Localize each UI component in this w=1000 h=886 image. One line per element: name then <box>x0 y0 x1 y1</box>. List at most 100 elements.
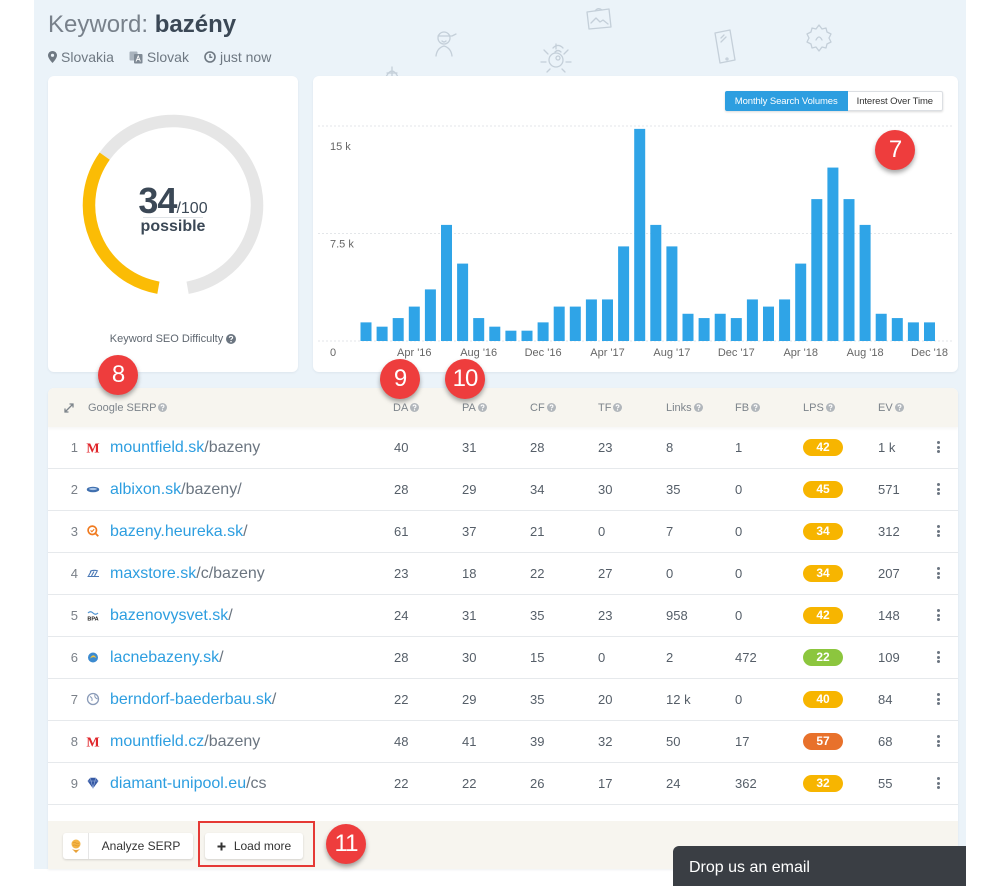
analyze-serp-button[interactable]: Analyze SERP <box>63 833 193 859</box>
chart-bar-jul-17[interactable] <box>650 224 662 341</box>
result-url-link[interactable]: lacnebazeny.sk/ <box>110 637 224 678</box>
difficulty-score-max: /100 <box>176 200 208 217</box>
chart-bar-mar-17[interactable] <box>585 299 597 341</box>
help-icon[interactable] <box>894 403 904 412</box>
chart-bar-nov-16[interactable] <box>521 330 533 341</box>
help-icon[interactable] <box>477 403 487 412</box>
chart-bar-may-17[interactable] <box>618 246 630 341</box>
svg-text:M: M <box>86 736 99 749</box>
result-url-link[interactable]: diamant-unipool.eu/cs <box>110 763 267 804</box>
tab-monthly-search-volumes[interactable]: Monthly Search Volumes <box>724 91 848 111</box>
chart-bar-oct-16[interactable] <box>505 330 517 341</box>
chat-widget[interactable]: Drop us an email <box>673 846 966 886</box>
keyword-label: Keyword: <box>48 11 155 38</box>
chart-bar-apr-17[interactable] <box>602 299 613 341</box>
cell-fb: 0 <box>735 608 743 623</box>
chart-bar-aug-18[interactable] <box>859 224 871 341</box>
chart-bar-apr-18[interactable] <box>795 263 807 341</box>
row-menu-button[interactable] <box>934 734 942 750</box>
cell-da: 28 <box>394 482 409 497</box>
chart-bar-dec-16[interactable] <box>537 322 549 341</box>
x-axis-label: Dec '16 <box>525 347 562 359</box>
help-icon[interactable] <box>158 403 168 412</box>
chart-bar-dec-18[interactable] <box>924 322 935 341</box>
more-vertical-icon <box>936 609 940 612</box>
chart-bar-may-18[interactable] <box>811 199 823 341</box>
help-icon[interactable] <box>751 403 761 412</box>
column-label: CF <box>530 401 545 414</box>
chart-bar-oct-18[interactable] <box>891 318 903 341</box>
help-icon[interactable] <box>410 403 420 412</box>
result-url-link[interactable]: maxstore.sk/c/bazeny <box>110 553 265 594</box>
more-vertical-icon <box>936 739 940 743</box>
lps-badge: 40 <box>803 691 843 708</box>
row-menu-button[interactable] <box>934 482 942 498</box>
cell-pa: 18 <box>462 566 477 581</box>
chart-bar-apr-16[interactable] <box>408 306 420 341</box>
result-domain: diamant-unipool.eu <box>110 775 247 792</box>
chart-bar-oct-17[interactable] <box>698 318 710 341</box>
chart-bar-mar-18[interactable] <box>779 299 791 341</box>
chart-bar-jun-16[interactable] <box>441 224 452 341</box>
serp-rank: 1 <box>70 440 78 455</box>
row-menu-button[interactable] <box>934 650 942 666</box>
cell-da: 40 <box>394 440 409 455</box>
chart-bar-nov-18[interactable] <box>907 322 919 341</box>
chart-bar-jan-16[interactable] <box>360 322 372 341</box>
heureka-logo-icon <box>87 525 99 537</box>
chart-bar-feb-16[interactable] <box>376 326 388 341</box>
y-axis-label: 0 <box>330 347 336 359</box>
chart-bar-nov-17[interactable] <box>714 313 726 341</box>
row-menu-button[interactable] <box>934 692 942 708</box>
tab-interest-over-time[interactable]: Interest Over Time <box>847 91 943 111</box>
chart-bar-feb-17[interactable] <box>569 306 581 341</box>
help-icon[interactable] <box>613 403 623 412</box>
row-menu-button[interactable] <box>934 440 942 456</box>
chart-bar-jun-18[interactable] <box>827 167 839 341</box>
chart-bar-feb-18[interactable] <box>763 306 774 341</box>
row-menu-button[interactable] <box>934 608 942 624</box>
cell-da: 61 <box>394 524 409 539</box>
chart-bar-sep-18[interactable] <box>875 313 887 341</box>
help-icon[interactable] <box>825 403 835 412</box>
person-doodle-icon <box>435 31 457 57</box>
serp-rank: 3 <box>70 524 78 539</box>
row-menu-button[interactable] <box>934 776 942 792</box>
result-path: /c/bazeny <box>196 565 265 582</box>
chart-bar-sep-16[interactable] <box>489 326 501 341</box>
help-icon[interactable] <box>546 403 556 412</box>
chart-bar-may-16[interactable] <box>424 289 436 341</box>
result-path: /cs <box>246 775 267 792</box>
chart-bar-jan-18[interactable] <box>746 299 758 341</box>
expand-button[interactable] <box>62 388 74 427</box>
chart-bar-mar-16[interactable] <box>392 318 404 341</box>
help-icon[interactable] <box>226 334 237 344</box>
chart-bar-jul-16[interactable] <box>457 263 469 341</box>
chart-bar-sep-17[interactable] <box>682 313 694 341</box>
chart-bar-jan-17[interactable] <box>553 306 565 341</box>
chart-bar-aug-17[interactable] <box>666 246 678 341</box>
serp-rank: 7 <box>70 692 78 707</box>
cell-links: 24 <box>666 776 681 791</box>
result-url-link[interactable]: albixon.sk/bazeny/ <box>110 469 242 510</box>
result-url-link[interactable]: bazenovysvet.sk/ <box>110 595 233 636</box>
chart-bar-aug-16[interactable] <box>473 318 485 341</box>
svg-text:BPA: BPA <box>87 617 98 623</box>
expand-icon <box>64 402 74 413</box>
cell-ev: 148 <box>878 608 900 623</box>
chart-tabs: Monthly Search Volumes Interest Over Tim… <box>724 91 943 111</box>
cell-fb: 362 <box>735 776 757 791</box>
result-url-link[interactable]: berndorf-baederbau.sk/ <box>110 679 276 720</box>
chart-bar-jul-18[interactable] <box>843 199 855 341</box>
svg-text:M: M <box>86 442 99 455</box>
row-menu-button[interactable] <box>934 524 942 540</box>
result-url-link[interactable]: mountfield.sk/bazeny <box>110 427 260 468</box>
chart-bar-dec-17[interactable] <box>730 318 742 341</box>
result-url-link[interactable]: mountfield.cz/bazeny <box>110 721 260 762</box>
chart-bar-jun-17[interactable] <box>634 128 646 341</box>
help-icon[interactable] <box>693 403 703 412</box>
keyword-meta: Slovakia Slovak just now <box>48 48 286 66</box>
serp-rank: 8 <box>70 734 78 749</box>
result-url-link[interactable]: bazeny.heureka.sk/ <box>110 511 248 552</box>
row-menu-button[interactable] <box>934 566 942 582</box>
